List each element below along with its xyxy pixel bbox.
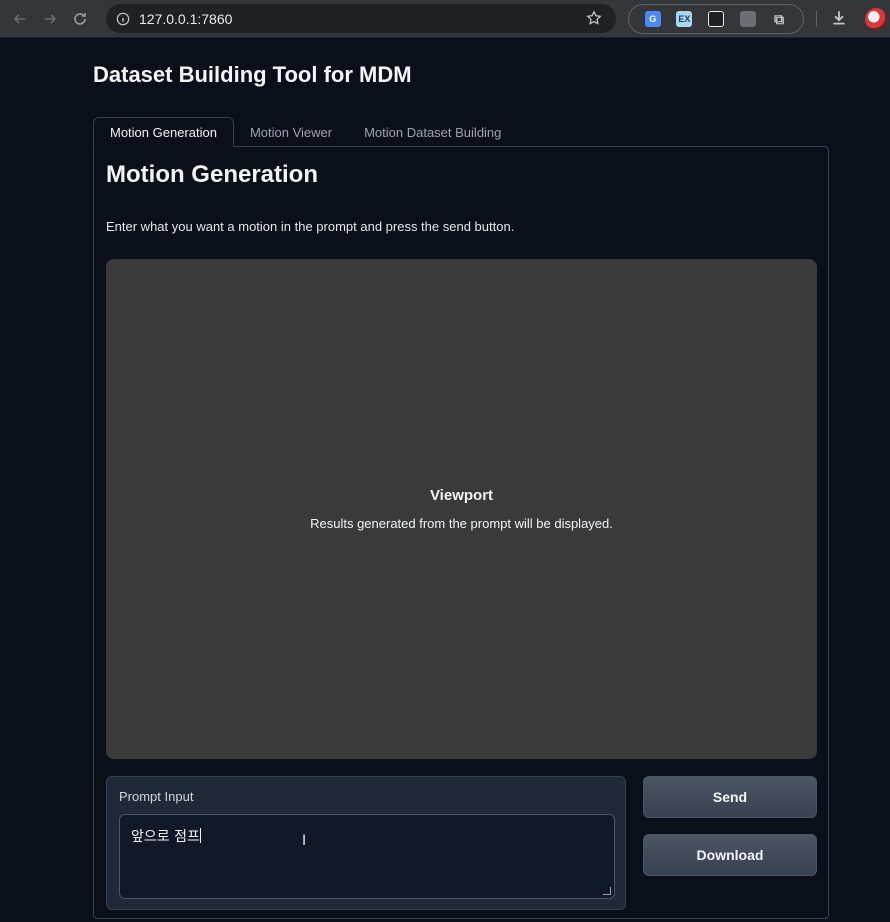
prompt-input[interactable]: 앞으로 점프 I	[119, 814, 615, 899]
download-icon[interactable]	[830, 9, 848, 32]
reload-icon[interactable]	[70, 9, 90, 29]
profile-avatar[interactable]	[865, 8, 887, 30]
toolbar-divider	[816, 11, 817, 27]
url-text: 127.0.0.1:7860	[139, 10, 233, 27]
site-info-icon[interactable]	[116, 12, 130, 26]
download-button[interactable]: Download	[643, 834, 817, 876]
prompt-input-value: 앞으로 점프	[131, 829, 200, 845]
section-title: Motion Generation	[106, 161, 318, 188]
extensions-group: G EX ⧉	[628, 4, 804, 34]
grid-extension-icon[interactable]	[707, 11, 724, 27]
viewport-subtitle: Results generated from the prompt will b…	[310, 516, 613, 531]
viewport-title: Viewport	[429, 487, 494, 504]
address-bar[interactable]: 127.0.0.1:7860	[106, 4, 616, 33]
bookmark-star-icon[interactable]	[586, 10, 602, 31]
google-translate-icon[interactable]: G	[644, 11, 661, 27]
tab-panel: Motion Generation Enter what you want a …	[93, 146, 829, 919]
window-extension-icon[interactable]	[739, 11, 756, 27]
tab-motion-viewer[interactable]: Motion Viewer	[234, 117, 348, 147]
prompt-block: Prompt Input 앞으로 점프 I	[106, 776, 626, 910]
send-button[interactable]: Send	[643, 776, 817, 818]
prompt-label: Prompt Input	[119, 789, 194, 804]
ibeam-cursor-icon: I	[302, 833, 307, 849]
tab-bar: Motion Generation Motion Viewer Motion D…	[93, 117, 517, 147]
browser-toolbar: 127.0.0.1:7860 G EX ⧉	[0, 0, 890, 38]
back-icon[interactable]	[10, 9, 30, 29]
text-caret	[199, 828, 201, 843]
ex-extension-icon[interactable]: EX	[676, 11, 693, 27]
tab-motion-generation[interactable]: Motion Generation	[93, 117, 234, 147]
page-title: Dataset Building Tool for MDM	[93, 62, 412, 87]
puzzle-icon[interactable]: ⧉	[771, 11, 787, 27]
tab-motion-dataset-building[interactable]: Motion Dataset Building	[348, 117, 517, 147]
viewport: Viewport Results generated from the prom…	[106, 259, 817, 759]
resize-handle[interactable]	[603, 887, 611, 895]
forward-icon[interactable]	[40, 9, 60, 29]
section-description: Enter what you want a motion in the prom…	[106, 219, 515, 234]
